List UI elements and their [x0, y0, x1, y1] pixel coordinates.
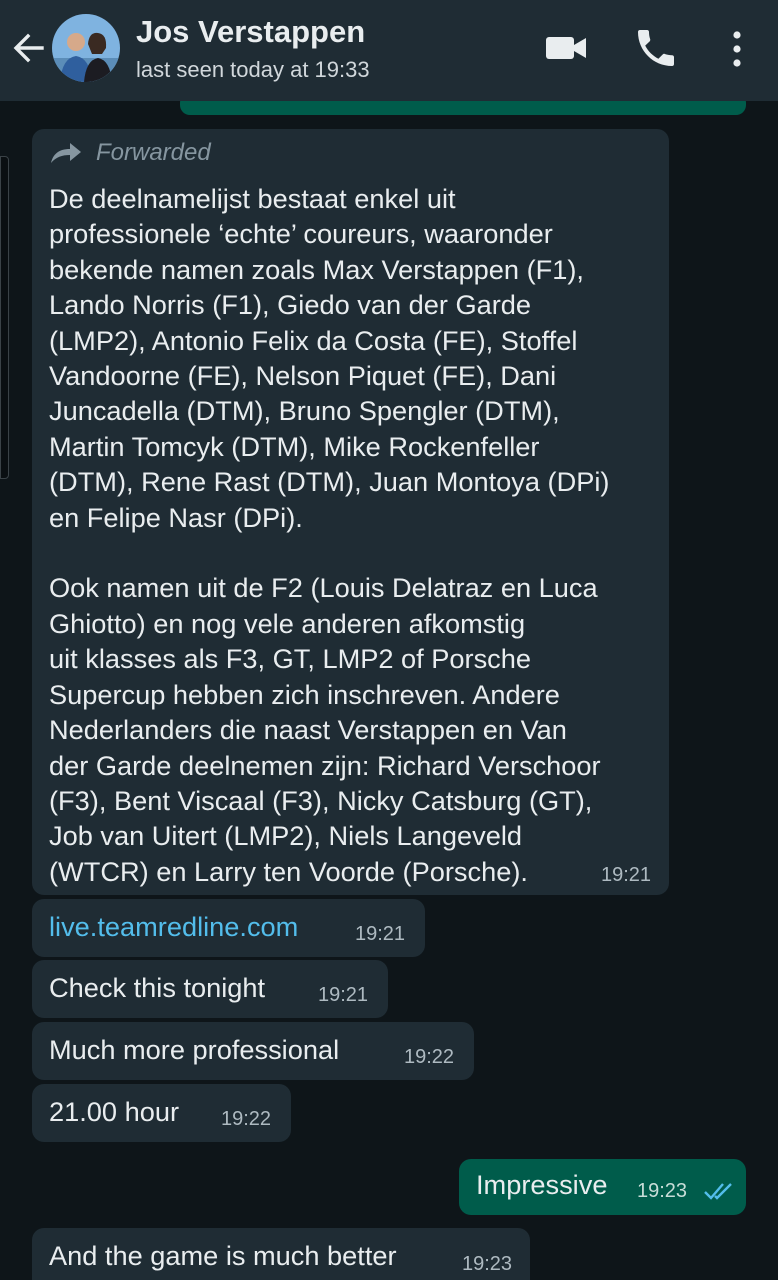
message-bubble-link[interactable]: live.teamredline.com 19:21 [32, 899, 425, 957]
more-vert-icon [733, 31, 741, 67]
message-text: Check this tonight [49, 972, 266, 1003]
message-bubble[interactable]: And the game is much better 19:23 [32, 1228, 530, 1280]
chat-header: Jos Verstappen last seen today at 19:33 [0, 0, 778, 101]
forward-arrow-icon [51, 143, 81, 163]
message-bubble-forwarded[interactable]: Forwarded De deelnamelijst bestaat enkel… [32, 129, 669, 895]
back-button[interactable] [8, 28, 52, 68]
previous-outgoing-bubble [180, 101, 746, 115]
scrollbar-edge[interactable] [0, 156, 9, 479]
message-text: 21.00 hour [49, 1096, 180, 1127]
message-text: And the game is much better [49, 1240, 397, 1271]
message-time: 19:21 [318, 984, 369, 1006]
double-check-read-icon [704, 1183, 732, 1200]
message-time: 19:21 [601, 864, 652, 886]
message-text: Impressive [476, 1169, 608, 1200]
message-text: De deelnamelijst bestaat enkel uit profe… [49, 183, 610, 887]
video-call-icon [546, 37, 586, 59]
more-options-button[interactable] [722, 26, 752, 72]
message-time: 19:22 [221, 1108, 272, 1130]
message-text: Much more professional [49, 1034, 340, 1065]
message-time: 19:23 [462, 1253, 513, 1275]
last-seen-status: last seen today at 19:33 [136, 57, 370, 82]
message-time: 19:21 [355, 923, 406, 945]
contact-name[interactable]: Jos Verstappen [136, 14, 365, 50]
message-bubble[interactable]: 21.00 hour 19:22 [32, 1084, 291, 1142]
message-time: 19:23 [637, 1180, 688, 1202]
video-call-button[interactable] [540, 28, 592, 68]
forwarded-label: Forwarded [96, 139, 211, 166]
avatar[interactable] [52, 14, 120, 82]
phone-icon [638, 30, 674, 66]
message-time: 19:22 [404, 1046, 455, 1068]
voice-call-button[interactable] [632, 24, 680, 72]
message-bubble-outgoing[interactable]: Impressive 19:23 [459, 1159, 746, 1215]
message-link[interactable]: live.teamredline.com [49, 911, 298, 943]
message-bubble[interactable]: Much more professional 19:22 [32, 1022, 474, 1080]
message-bubble[interactable]: Check this tonight 19:21 [32, 960, 388, 1018]
forwarded-indicator: Forwarded [50, 139, 211, 167]
chat-message-list[interactable]: Forwarded De deelnamelijst bestaat enkel… [0, 101, 778, 1280]
whatsapp-chat-screen: Jos Verstappen last seen today at 19:33 [0, 0, 778, 1280]
back-arrow-icon [13, 33, 44, 63]
